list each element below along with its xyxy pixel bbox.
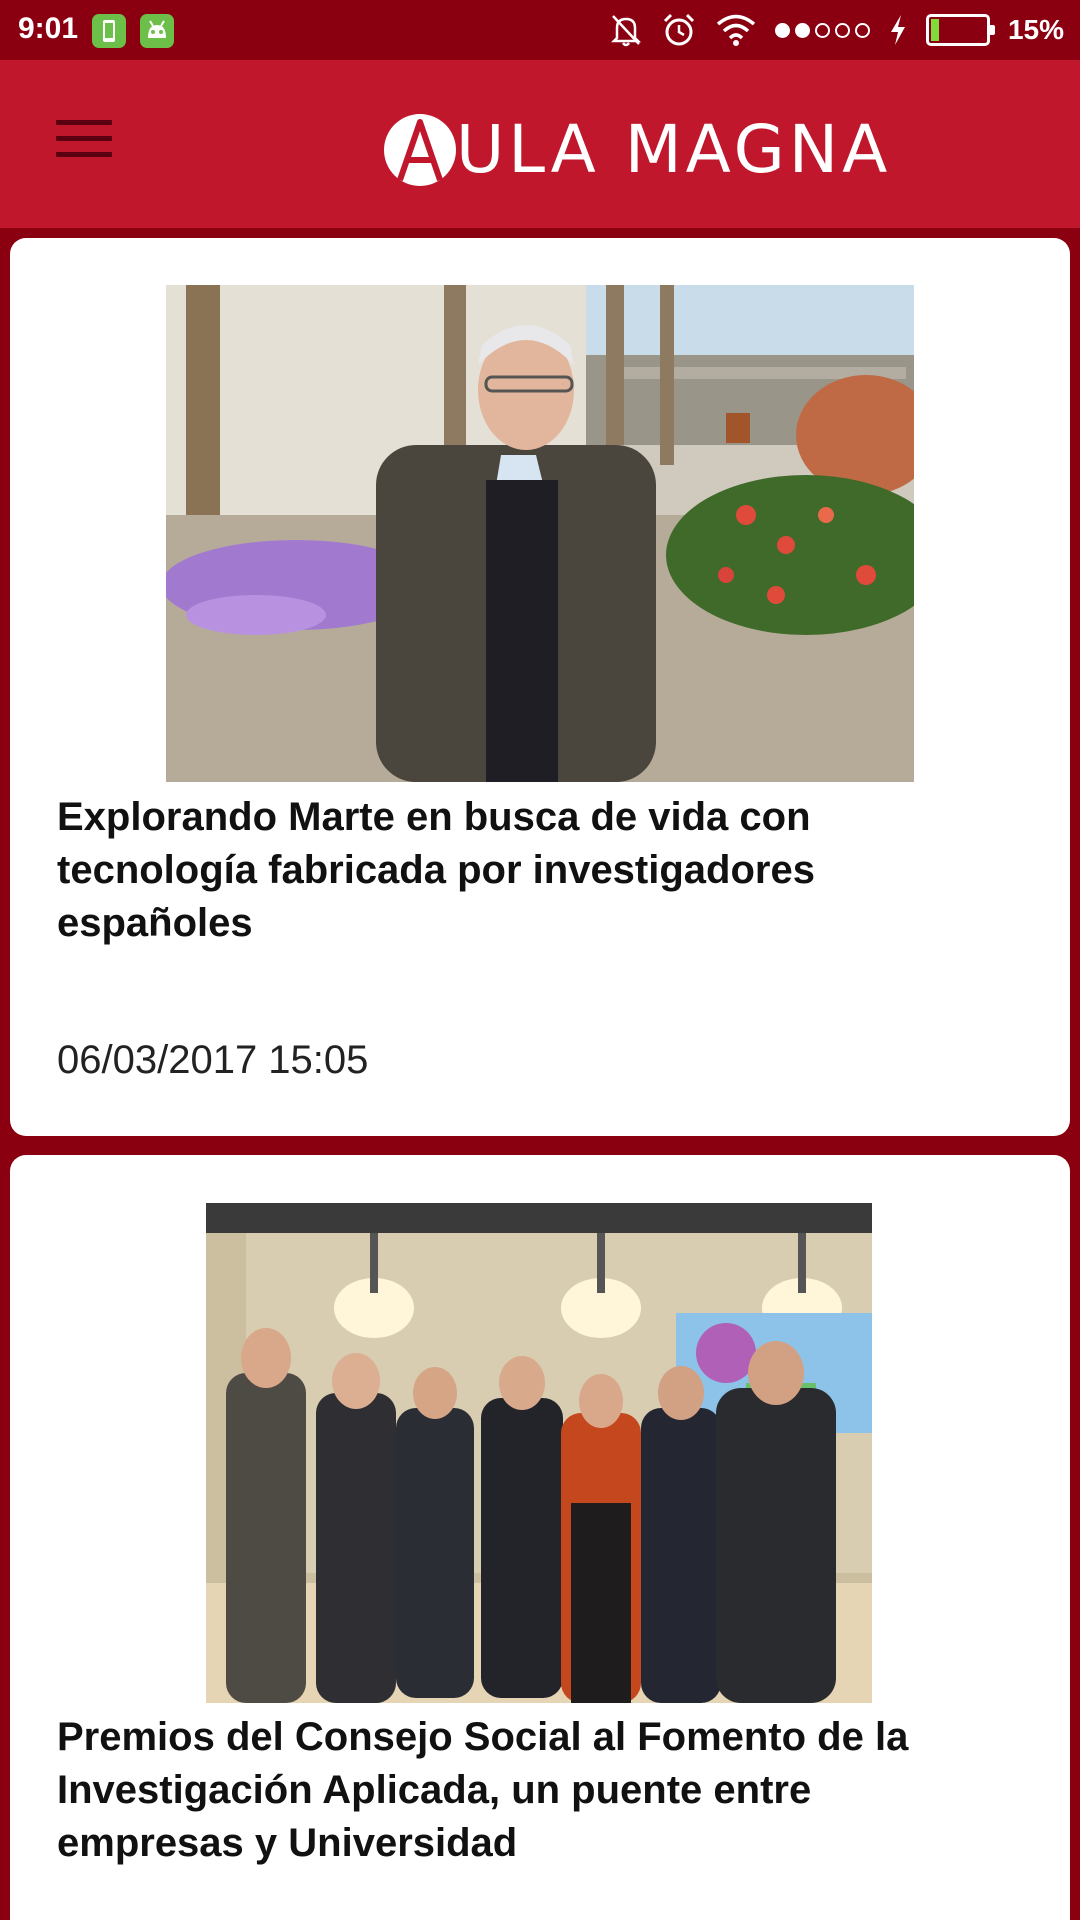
alarm-icon <box>663 13 695 46</box>
status-indicators: 15% <box>609 10 1064 50</box>
wifi-icon <box>716 14 756 46</box>
signal-strength-indicator <box>774 22 870 38</box>
status-time: 9:01 <box>18 12 79 45</box>
signal-dot <box>854 22 870 38</box>
android-notification-icon <box>140 14 174 48</box>
article-image[interactable] <box>166 285 914 782</box>
article-title[interactable]: Explorando Marte en busca de vida con te… <box>57 791 957 950</box>
hamburger-line <box>56 152 112 157</box>
logo-text: ULA MAGNA <box>456 111 892 188</box>
article-date: 06/03/2017 15:05 <box>57 1038 369 1082</box>
signal-dot <box>814 22 830 38</box>
battery-percent: 15% <box>1007 14 1064 45</box>
charging-icon <box>890 15 905 45</box>
signal-dot <box>834 22 850 38</box>
signal-dot <box>794 22 810 38</box>
phone-notification-icon <box>92 14 126 48</box>
hamburger-menu-icon <box>56 120 112 125</box>
logo-circle-icon <box>384 114 456 186</box>
article-image[interactable] <box>206 1203 872 1703</box>
hamburger-menu-button[interactable] <box>48 116 114 168</box>
article-card[interactable]: Premios del Consejo Social al Fomento de… <box>10 1155 1070 1920</box>
hamburger-line <box>56 136 112 141</box>
article-card[interactable]: Explorando Marte en busca de vida con te… <box>10 238 1070 1136</box>
battery-level-fill <box>930 19 940 41</box>
signal-dot <box>774 22 790 38</box>
status-bar: 9:01 15% <box>0 0 1080 60</box>
article-title[interactable]: Premios del Consejo Social al Fomento de… <box>57 1711 957 1870</box>
mute-bell-icon <box>610 15 641 47</box>
battery-icon <box>925 14 995 46</box>
app-logo[interactable]: ULA MAGNA <box>384 112 891 188</box>
app-header: ULA MAGNA <box>0 60 1080 228</box>
